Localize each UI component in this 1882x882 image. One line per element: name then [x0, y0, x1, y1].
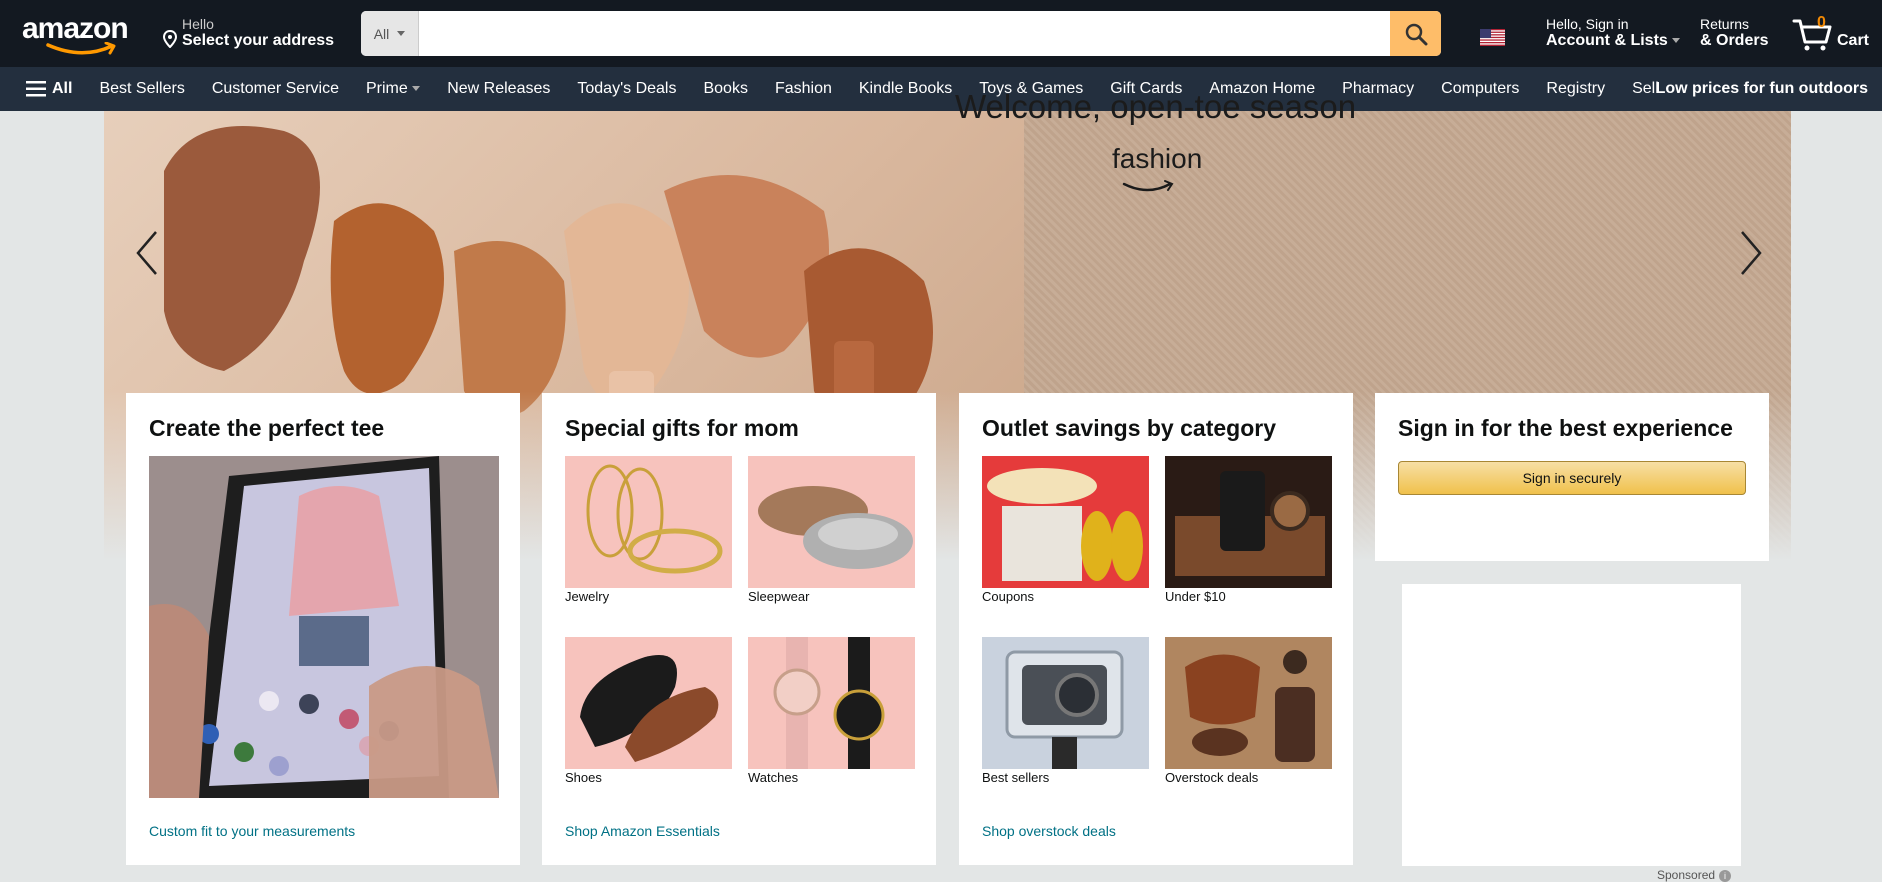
card-link[interactable]: Shop overstock deals	[982, 823, 1116, 839]
nav-item-prime[interactable]: Prime	[365, 80, 421, 98]
account-greeting: Hello, Sign in	[1546, 16, 1629, 32]
sponsored-text: Sponsored	[1657, 868, 1716, 882]
quad-label-coupons[interactable]: Coupons	[982, 589, 1034, 604]
sign-in-button[interactable]: Sign in securely	[1398, 461, 1746, 495]
search-category-label: All	[373, 25, 390, 42]
sponsored-label[interactable]: Sponsored i	[1657, 868, 1732, 882]
quad-label-watches[interactable]: Watches	[748, 770, 798, 785]
top-header: amazon Hello Select your address All Hel…	[0, 0, 1882, 67]
tee-image[interactable]	[149, 456, 499, 798]
card-title: Outlet savings by category	[982, 415, 1276, 441]
returns-orders[interactable]: Returns & Orders	[1700, 16, 1780, 50]
nav-promo-link[interactable]: Low prices for fun outdoors	[1656, 80, 1868, 98]
nav-item-registry[interactable]: Registry	[1546, 80, 1605, 98]
caret-down-icon	[412, 86, 421, 92]
fashion-smile-icon	[1122, 180, 1174, 192]
card-link[interactable]: Shop Amazon Essentials	[565, 823, 720, 839]
card-gifts-for-mom: Special gifts for mom Jewelry Sleepwear …	[542, 393, 936, 865]
location-greeting: Hello	[182, 16, 214, 32]
card-link[interactable]: Custom fit to your measurements	[149, 823, 355, 839]
caret-down-icon	[1672, 38, 1681, 44]
carousel-next-button[interactable]	[1736, 228, 1766, 278]
quad-label-jewelry[interactable]: Jewelry	[565, 589, 609, 604]
jewelry-image[interactable]	[565, 456, 732, 588]
orders-label: & Orders	[1700, 32, 1769, 49]
quad-label-shoes[interactable]: Shoes	[565, 770, 602, 785]
main-nav: All Best Sellers Customer Service Prime …	[0, 67, 1882, 111]
amazon-logo[interactable]: amazon	[22, 14, 137, 58]
quad-label-sleepwear[interactable]: Sleepwear	[748, 589, 809, 604]
best-sellers-image[interactable]	[982, 637, 1149, 769]
carousel-prev-button[interactable]	[132, 228, 162, 278]
card-create-tee: Create the perfect tee Custom fit to you…	[126, 393, 520, 865]
cart-label: Cart	[1837, 32, 1870, 49]
sleepwear-image[interactable]	[748, 456, 915, 588]
account-label: Account & Lists	[1546, 32, 1686, 50]
nav-item-kindle-books[interactable]: Kindle Books	[859, 80, 952, 98]
quad-label-under-10[interactable]: Under $10	[1165, 589, 1226, 604]
nav-item-computers[interactable]: Computers	[1441, 80, 1519, 98]
logo-smile-icon	[46, 42, 116, 55]
info-icon: i	[1719, 870, 1732, 882]
chevron-right-icon	[1741, 231, 1762, 275]
chevron-left-icon	[136, 231, 157, 275]
account-lists-label: Account & Lists	[1546, 32, 1668, 49]
nav-item-best-sellers[interactable]: Best Sellers	[99, 80, 184, 98]
nav-item-todays-deals[interactable]: Today's Deals	[577, 80, 676, 98]
cart-button[interactable]: 0 Cart	[1792, 12, 1882, 57]
cart-icon	[1792, 19, 1832, 51]
search-icon	[1405, 23, 1427, 45]
location-address: Select your address	[182, 32, 335, 49]
shoes-image[interactable]	[565, 637, 732, 769]
delivery-location[interactable]: Hello Select your address	[160, 14, 335, 54]
overstock-deals-image[interactable]	[1165, 637, 1332, 769]
nav-item-books[interactable]: Books	[703, 80, 747, 98]
hero-title: Welcome, open-toe season	[955, 88, 1357, 125]
hero-brand: fashion	[1112, 143, 1203, 174]
account-lists[interactable]: Hello, Sign in Account & Lists	[1546, 16, 1686, 50]
card-title: Create the perfect tee	[149, 415, 385, 441]
search-input[interactable]	[419, 11, 1390, 56]
nav-item-fashion[interactable]: Fashion	[775, 80, 832, 98]
hamburger-menu-icon	[26, 81, 46, 97]
card-title: Sign in for the best experience	[1398, 415, 1733, 441]
logo-text: amazon	[22, 12, 129, 45]
watches-image[interactable]	[748, 637, 915, 769]
quad-label-best-sellers[interactable]: Best sellers	[982, 770, 1049, 785]
card-sign-in: Sign in for the best experience Sign in …	[1375, 393, 1769, 561]
cart-count: 0	[1817, 14, 1826, 31]
nav-item-prime-label: Prime	[365, 80, 408, 97]
under-10-image[interactable]	[1165, 456, 1332, 588]
nav-all-label: All	[52, 80, 73, 97]
coupons-image[interactable]	[982, 456, 1149, 588]
us-flag-icon[interactable]	[1480, 29, 1505, 46]
nav-all-menu[interactable]: All	[26, 80, 72, 98]
caret-down-icon	[397, 31, 406, 36]
quad-label-overstock-deals[interactable]: Overstock deals	[1165, 770, 1258, 785]
search-bar: All	[361, 11, 1441, 56]
nav-item-customer-service[interactable]: Customer Service	[212, 80, 339, 98]
card-title: Special gifts for mom	[565, 415, 799, 441]
nav-item-new-releases[interactable]: New Releases	[447, 80, 550, 98]
returns-label: Returns	[1700, 16, 1750, 32]
location-pin-icon	[162, 30, 178, 48]
search-category-dropdown[interactable]: All	[361, 11, 419, 56]
sponsored-ad-slot[interactable]	[1402, 584, 1741, 866]
search-button[interactable]	[1390, 11, 1441, 56]
card-outlet-savings: Outlet savings by category Coupons Under…	[959, 393, 1353, 865]
